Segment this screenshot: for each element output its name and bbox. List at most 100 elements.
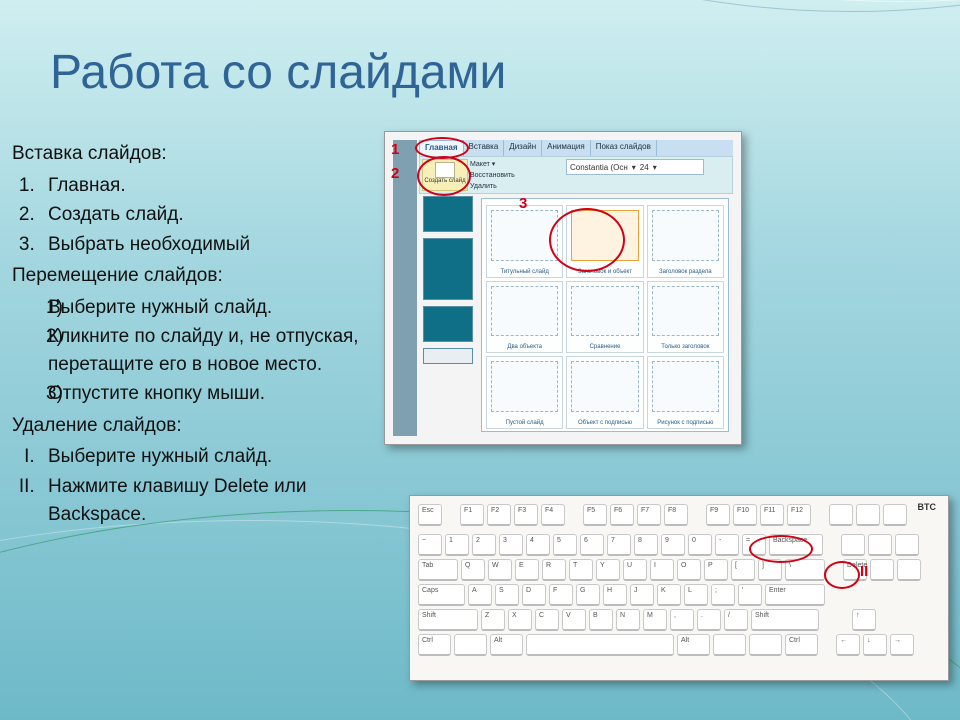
layout-option: Только заголовок bbox=[647, 281, 724, 354]
layout-option: Сравнение bbox=[566, 281, 643, 354]
list-item: Создать слайд. bbox=[40, 201, 380, 229]
callout-marker-2: 2 bbox=[391, 166, 399, 181]
key bbox=[883, 504, 907, 526]
mini-commands: Макет ▾ Восстановить Удалить bbox=[470, 159, 515, 192]
key bbox=[856, 504, 880, 526]
list-item: Отпустите кнопку мыши. bbox=[40, 380, 380, 408]
key: ↓ bbox=[863, 634, 887, 656]
layout-option: Титульный слайд bbox=[486, 205, 563, 278]
key: T bbox=[569, 559, 593, 581]
key: R bbox=[542, 559, 566, 581]
key: L bbox=[684, 584, 708, 606]
ribbon-tabs: Главная Вставка Дизайн Анимация Показ сл… bbox=[419, 140, 733, 156]
key: F bbox=[549, 584, 573, 606]
new-slide-label: Создать слайд bbox=[424, 178, 465, 184]
key: U bbox=[623, 559, 647, 581]
key: , bbox=[670, 609, 694, 631]
layout-option: Заголовок и объект bbox=[566, 205, 643, 278]
powerpoint-screenshot: Главная Вставка Дизайн Анимация Показ сл… bbox=[384, 131, 742, 445]
key: 2 bbox=[472, 534, 496, 556]
key: H bbox=[603, 584, 627, 606]
tab-insert: Вставка bbox=[464, 140, 505, 156]
key: ' bbox=[738, 584, 762, 606]
key: 0 bbox=[688, 534, 712, 556]
key bbox=[749, 634, 782, 656]
key: S bbox=[495, 584, 519, 606]
key: F3 bbox=[514, 504, 538, 526]
key-space bbox=[526, 634, 674, 656]
key: Caps bbox=[418, 584, 465, 606]
key: 7 bbox=[607, 534, 631, 556]
body-text: Вставка слайдов: Главная. Создать слайд.… bbox=[12, 140, 380, 532]
key: F12 bbox=[787, 504, 811, 526]
cmd-layout: Макет ▾ bbox=[470, 159, 515, 170]
key: Alt bbox=[677, 634, 710, 656]
key: Shift bbox=[418, 609, 478, 631]
key: = bbox=[742, 534, 766, 556]
decor-swoosh bbox=[350, 0, 960, 2]
key: N bbox=[616, 609, 640, 631]
thumb bbox=[423, 348, 473, 364]
key: Enter bbox=[765, 584, 825, 606]
list-item: Нажмите клавишу Delete или Backspace. bbox=[40, 473, 380, 528]
callout-marker-3: 3 bbox=[519, 196, 527, 211]
key: ~ bbox=[418, 534, 442, 556]
cmd-reset: Восстановить bbox=[470, 170, 515, 181]
layout-option: Пустой слайд bbox=[486, 356, 563, 429]
key: Esc bbox=[418, 504, 442, 526]
key: D bbox=[522, 584, 546, 606]
font-name: Constantia (Осн bbox=[570, 163, 628, 172]
key: - bbox=[715, 534, 739, 556]
slide: Работа со слайдами Вставка слайдов: Глав… bbox=[0, 0, 960, 720]
key: F6 bbox=[610, 504, 634, 526]
key bbox=[895, 534, 919, 556]
key: F9 bbox=[706, 504, 730, 526]
key: W bbox=[488, 559, 512, 581]
cmd-delete: Удалить bbox=[470, 181, 515, 192]
key: I bbox=[650, 559, 674, 581]
key: G bbox=[576, 584, 600, 606]
key: ↑ bbox=[852, 609, 876, 631]
kbd-inner: BTC Esc F1F2F3F4 F5F6F7F8 F9F10F11F12 ~ … bbox=[418, 504, 940, 672]
key bbox=[829, 504, 853, 526]
new-slide-button: Создать слайд bbox=[422, 159, 468, 191]
key: 6 bbox=[580, 534, 604, 556]
callout-marker-kbd: II bbox=[860, 564, 868, 579]
list-item: Кликните по слайду и, не отпуская, перет… bbox=[40, 323, 380, 378]
key: [ bbox=[731, 559, 755, 581]
key: A bbox=[468, 584, 492, 606]
slide-thumbnails bbox=[423, 196, 473, 370]
insert-heading: Вставка слайдов: bbox=[12, 140, 380, 168]
slide-title: Работа со слайдами bbox=[50, 45, 506, 100]
key-backspace: Backspace bbox=[769, 534, 823, 556]
font-combo: Constantia (Осн ▾ 24 ▾ bbox=[566, 159, 704, 175]
keyboard-screenshot: BTC Esc F1F2F3F4 F5F6F7F8 F9F10F11F12 ~ … bbox=[409, 495, 949, 681]
key bbox=[841, 534, 865, 556]
key: Alt bbox=[490, 634, 523, 656]
layout-option: Рисунок с подписью bbox=[647, 356, 724, 429]
decor-swoosh bbox=[300, 0, 960, 12]
list-item: Выберите нужный слайд. bbox=[40, 443, 380, 471]
key: K bbox=[657, 584, 681, 606]
list-item: Выберите нужный слайд. bbox=[40, 294, 380, 322]
key bbox=[713, 634, 746, 656]
key: Ctrl bbox=[785, 634, 818, 656]
key: ← bbox=[836, 634, 860, 656]
tab-design: Дизайн bbox=[504, 140, 542, 156]
key: F4 bbox=[541, 504, 565, 526]
app-sidebar bbox=[393, 140, 417, 436]
key: 8 bbox=[634, 534, 658, 556]
insert-list: Главная. Создать слайд. Выбрать необходи… bbox=[12, 172, 380, 259]
key: E bbox=[515, 559, 539, 581]
key: F7 bbox=[637, 504, 661, 526]
key bbox=[454, 634, 487, 656]
key: \ bbox=[785, 559, 825, 581]
list-item: Выбрать необходимый bbox=[40, 231, 380, 259]
key: Ctrl bbox=[418, 634, 451, 656]
layout-gallery: Титульный слайд Заголовок и объект Загол… bbox=[481, 198, 729, 432]
key: V bbox=[562, 609, 586, 631]
key: Shift bbox=[751, 609, 819, 631]
key: / bbox=[724, 609, 748, 631]
ribbon-body: Создать слайд Макет ▾ Восстановить Удали… bbox=[419, 156, 733, 194]
key: J bbox=[630, 584, 654, 606]
